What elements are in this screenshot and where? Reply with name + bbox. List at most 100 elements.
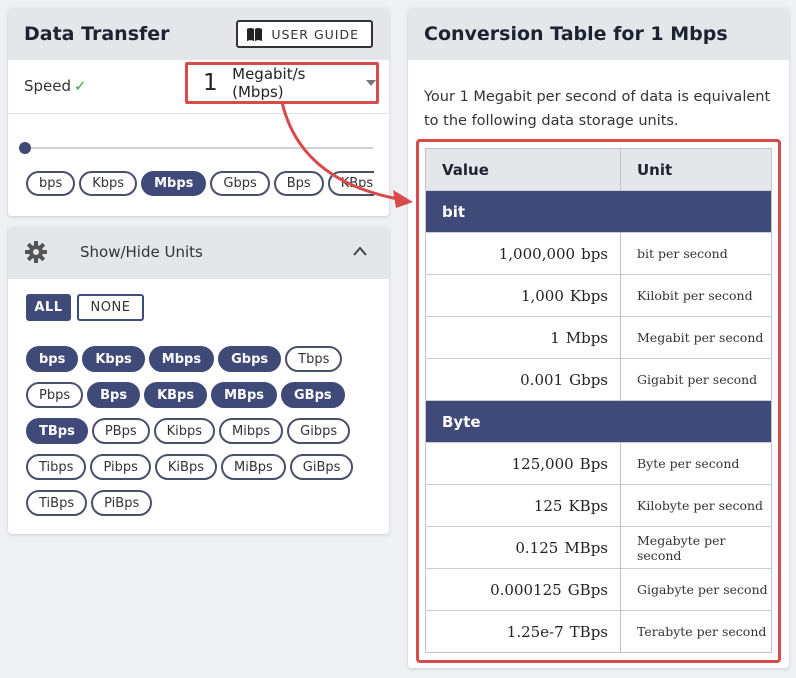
value-cell: 1,000 Kbps (425, 274, 621, 317)
book-icon (247, 27, 263, 41)
group-label: bit (425, 190, 772, 233)
none-button[interactable]: NONE (77, 294, 144, 321)
table-row: 0.000125 GBps Gigabyte per second (425, 568, 772, 611)
unit-toggle-mbps[interactable]: MBps (211, 382, 277, 408)
value-cell: 125 KBps (425, 484, 621, 527)
unit-pill-bps[interactable]: Bps (273, 171, 324, 196)
unit-toggle-kibps[interactable]: KiBps (154, 454, 217, 480)
chevron-up-icon[interactable] (353, 245, 367, 259)
unit-toggle-kibps[interactable]: Kibps (153, 418, 216, 444)
value-number: 0.000125 (490, 580, 562, 599)
unit-pill-mbps[interactable]: Mbps (141, 171, 207, 196)
value-unit: Gbps (569, 370, 608, 389)
unit-toggle-tbps[interactable]: Tbps (285, 346, 343, 372)
unit-select[interactable]: Megabit/s (Mbps) (232, 65, 358, 101)
value-number: 125 (533, 496, 563, 515)
unit-toggle-bps[interactable]: bps (26, 346, 79, 372)
unit-toggle-kbps[interactable]: Kbps (82, 346, 145, 372)
table-row: 0.125 MBps Megabyte per second (425, 526, 772, 569)
unit-name-cell: Megabyte per second (620, 526, 772, 569)
value-unit: Bps (579, 454, 608, 473)
unit-toggle-gbps[interactable]: GBps (281, 382, 345, 408)
unit-pill-kbps[interactable]: KBps (327, 171, 374, 196)
unit-toggle-pbps[interactable]: PBps (91, 418, 150, 444)
value-number: 1,000 (520, 286, 564, 305)
units-panel: Show/Hide Units ALL NONE bps Kbps Mbps Gbps… (8, 227, 389, 534)
panel-title: Data Transfer (24, 23, 170, 45)
toggle-row: ALL NONE (26, 294, 144, 321)
value-cell: 0.001 Gbps (425, 358, 621, 401)
table-header-row: Value Unit (425, 148, 772, 191)
unit-toggle-mibps[interactable]: MiBps (220, 454, 286, 480)
value-cell: 1 Mbps (425, 316, 621, 359)
gear-icon (25, 241, 47, 263)
unit-pill-gbps[interactable]: Gbps (210, 171, 270, 196)
unit-toggle-mbps[interactable]: Mbps (148, 346, 215, 372)
table-row: 1,000 Kbps Kilobit per second (425, 274, 772, 317)
value-number: 1.25e-7 (506, 622, 564, 641)
table-row: 0.001 Gbps Gigabit per second (425, 358, 772, 401)
unit-toggle-gbps[interactable]: Gbps (218, 346, 282, 372)
conversion-table-highlight: Value Unit bit 1,000,000 bps bit per second… (416, 139, 781, 663)
table-row: 1.25e-7 TBps Terabyte per second (425, 610, 772, 653)
unit-toggle-mibps[interactable]: Mibps (219, 418, 284, 444)
unit-pill-kbps[interactable]: Kbps (79, 171, 138, 196)
conversion-panel: Conversion Table for 1 Mbps Your 1 Megab… (408, 8, 789, 668)
all-button[interactable]: ALL (26, 294, 71, 321)
speed-row: Speed ✓ 1 Megabit/s (Mbps) (8, 60, 389, 114)
data-transfer-header: Data Transfer USER GUIDE (8, 8, 389, 60)
data-transfer-panel: Data Transfer USER GUIDE Speed ✓ 1 Megabi… (8, 8, 389, 216)
unit-toggle-pibps[interactable]: PiBps (91, 490, 153, 516)
unit-toggle-kbps[interactable]: KBps (144, 382, 208, 408)
group-label: Byte (425, 400, 772, 443)
unit-toggle-gibps[interactable]: GiBps (289, 454, 354, 480)
conversion-table: Value Unit bit 1,000,000 bps bit per second… (425, 148, 772, 653)
value-unit: GBps (567, 580, 608, 599)
unit-toggle-grid: bps Kbps Mbps Gbps Tbps Pbps Bps KBps MBps GBps TB… (26, 346, 386, 526)
unit-name-cell: bit per second (620, 232, 772, 275)
check-icon: ✓ (74, 77, 87, 95)
conversion-intro: Your 1 Megabit per second of data is equ… (424, 89, 771, 129)
value-unit: MBps (564, 538, 608, 557)
value-unit: TBps (569, 622, 608, 641)
speed-value-input[interactable]: 1 (203, 70, 232, 96)
unit-name-cell: Terabyte per second (620, 610, 772, 653)
value-number: 0.125 (515, 538, 559, 557)
chevron-down-icon[interactable] (366, 80, 376, 86)
table-row: 1 Mbps Megabit per second (425, 316, 772, 359)
unit-toggle-pbps[interactable]: Pbps (26, 382, 84, 408)
value-cell: 1,000,000 bps (425, 232, 621, 275)
speed-label: Speed ✓ (24, 77, 87, 95)
unit-pill-bps[interactable]: bps (26, 171, 76, 196)
unit-toggle-pibps[interactable]: Pibps (90, 454, 151, 480)
value-cell: 125,000 Bps (425, 442, 621, 485)
unit-name-cell: Kilobyte per second (620, 484, 772, 527)
speed-label-text: Speed (24, 77, 72, 95)
speed-slider[interactable] (19, 142, 373, 154)
conversion-header: Conversion Table for 1 Mbps (408, 8, 789, 60)
value-number: 0.001 (520, 370, 564, 389)
unit-toggle-tibps[interactable]: TiBps (26, 490, 88, 516)
slider-handle[interactable] (19, 142, 31, 154)
unit-name-cell: Megabit per second (620, 316, 772, 359)
value-unit: KBps (568, 496, 608, 515)
unit-toggle-tbps[interactable]: TBps (26, 418, 88, 444)
unit-toggle-gibps[interactable]: Gibps (287, 418, 351, 444)
user-guide-button[interactable]: USER GUIDE (236, 20, 373, 48)
value-unit: Kbps (569, 286, 608, 305)
conversion-title: Conversion Table for 1 Mbps (424, 23, 728, 45)
table-row: 1,000,000 bps bit per second (425, 232, 772, 275)
units-panel-header[interactable]: Show/Hide Units (8, 227, 389, 279)
value-number: 1,000,000 (498, 244, 576, 263)
column-header-value: Value (425, 148, 621, 191)
value-cell: 0.125 MBps (425, 526, 621, 569)
value-unit: bps (581, 244, 608, 263)
table-body: bit 1,000,000 bps bit per second 1,000 Kbps Ki… (425, 190, 772, 653)
value-number: 125,000 (511, 454, 574, 473)
unit-name-cell: Gigabit per second (620, 358, 772, 401)
unit-toggle-tibps[interactable]: Tibps (26, 454, 87, 480)
quick-unit-strip: bps Kbps Mbps Gbps Bps KBps (26, 171, 374, 201)
value-number: 1 (550, 328, 560, 347)
unit-toggle-bps[interactable]: Bps (87, 382, 141, 408)
speed-input-group: 1 Megabit/s (Mbps) (185, 62, 379, 104)
